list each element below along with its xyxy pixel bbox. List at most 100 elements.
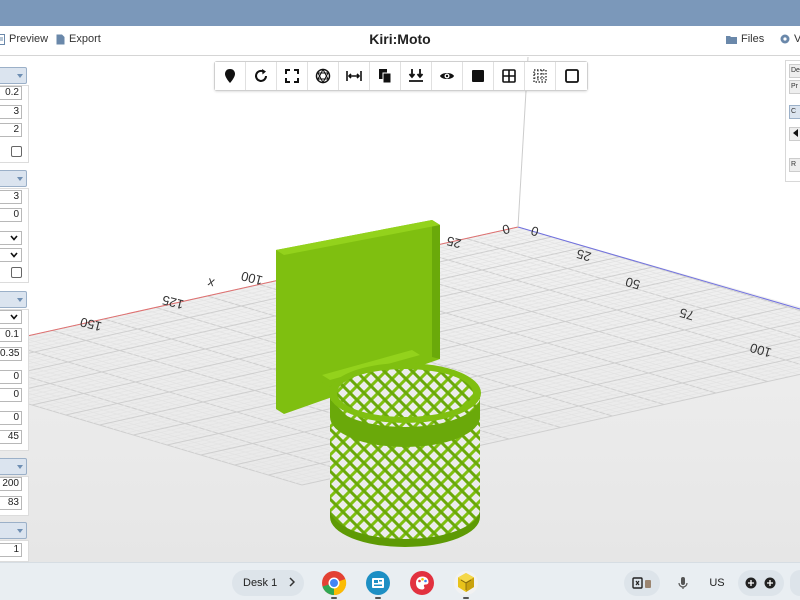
preview-icon bbox=[0, 33, 5, 45]
right-tab-icon[interactable] bbox=[789, 127, 800, 141]
app-title: Kiri:Moto bbox=[369, 31, 431, 47]
caret-left-icon bbox=[793, 129, 798, 137]
spread-icon bbox=[346, 71, 362, 81]
preview-label: Preview bbox=[9, 33, 49, 45]
hoop-basket bbox=[329, 363, 481, 547]
running-indicator bbox=[331, 597, 337, 599]
solid-view-button[interactable] bbox=[463, 62, 494, 90]
setting-checkbox[interactable] bbox=[11, 146, 22, 157]
voice-input-button[interactable] bbox=[670, 570, 696, 596]
setting-select[interactable] bbox=[0, 310, 22, 324]
chevron-down-icon bbox=[17, 176, 23, 181]
setting-field[interactable]: 0 bbox=[0, 370, 22, 384]
app-header: Preview Export Kiri:Moto Files V bbox=[0, 26, 800, 56]
fullscreen-icon bbox=[285, 69, 299, 83]
place-button[interactable] bbox=[215, 62, 246, 90]
download-icon bbox=[408, 69, 424, 82]
settings-group-header[interactable] bbox=[0, 522, 27, 539]
chevron-down-icon bbox=[17, 528, 23, 533]
x-tick-label: 100 bbox=[240, 268, 265, 288]
arrange-button[interactable] bbox=[339, 62, 370, 90]
setting-field[interactable]: 0.2 bbox=[0, 86, 22, 100]
setting-select[interactable] bbox=[0, 231, 22, 245]
chrome-icon[interactable] bbox=[321, 570, 347, 596]
setting-field[interactable]: 0 bbox=[0, 411, 22, 425]
chevron-down-icon bbox=[10, 252, 18, 258]
visibility-button[interactable] bbox=[432, 62, 463, 90]
input-method-button[interactable]: US bbox=[702, 570, 732, 596]
desk-label: Desk 1 bbox=[243, 577, 278, 589]
x-tick-label: x bbox=[205, 275, 215, 291]
dotted-grid-icon bbox=[533, 69, 547, 83]
setting-field[interactable]: 83 bbox=[0, 496, 22, 510]
paint-icon[interactable] bbox=[409, 570, 435, 596]
right-tab[interactable]: C bbox=[789, 105, 800, 119]
right-tab[interactable]: Pr bbox=[789, 80, 800, 94]
right-tab[interactable]: R bbox=[789, 158, 800, 172]
eye-icon bbox=[780, 34, 790, 44]
running-indicator bbox=[375, 597, 381, 599]
rotate-button[interactable] bbox=[246, 62, 277, 90]
geodesic-icon bbox=[315, 68, 331, 84]
status-area-edge[interactable] bbox=[790, 570, 800, 596]
chevron-right-icon bbox=[289, 577, 295, 587]
mesh-button[interactable] bbox=[308, 62, 339, 90]
tray-notifications[interactable] bbox=[624, 570, 660, 596]
kirimoto-icon[interactable] bbox=[453, 570, 479, 596]
export-button[interactable]: Export bbox=[56, 33, 101, 45]
setting-select[interactable] bbox=[0, 248, 22, 262]
drop-button[interactable] bbox=[401, 62, 432, 90]
setting-field[interactable]: 0 bbox=[0, 388, 22, 402]
export-label: Export bbox=[69, 33, 101, 45]
settings-group-header[interactable] bbox=[0, 291, 27, 308]
chevron-down-icon bbox=[10, 235, 18, 241]
view-label: V bbox=[794, 33, 800, 45]
setting-field[interactable]: 3 bbox=[0, 105, 22, 119]
grid-view-button[interactable] bbox=[494, 62, 525, 90]
files-label: Files bbox=[741, 33, 765, 45]
files-button[interactable]: Files bbox=[726, 33, 764, 45]
app-icon[interactable] bbox=[365, 570, 391, 596]
setting-field[interactable]: 200 bbox=[0, 477, 22, 491]
setting-field[interactable]: 0.35 bbox=[0, 347, 22, 361]
filled-square-icon bbox=[472, 70, 484, 82]
chevron-down-icon bbox=[17, 464, 23, 469]
window-titlebar bbox=[0, 0, 800, 26]
x-tick-label: 25 bbox=[445, 233, 463, 251]
desk-switcher[interactable]: Desk 1 bbox=[232, 570, 304, 596]
capture-icon bbox=[632, 577, 651, 589]
preview-button[interactable]: Preview bbox=[0, 33, 48, 45]
setting-field[interactable]: 3 bbox=[0, 190, 22, 204]
chevron-down-icon bbox=[17, 73, 23, 78]
setting-field[interactable]: 1 bbox=[0, 543, 22, 557]
setting-field[interactable]: 0 bbox=[0, 208, 22, 222]
folder-icon bbox=[726, 35, 737, 44]
running-indicator bbox=[463, 597, 469, 599]
status-icons bbox=[745, 577, 776, 589]
square-outline-icon bbox=[564, 69, 579, 83]
ime-label: US bbox=[709, 577, 725, 589]
view-button[interactable]: V bbox=[780, 33, 800, 45]
setting-field[interactable]: 2 bbox=[0, 123, 22, 137]
settings-group-header[interactable] bbox=[0, 170, 27, 187]
setting-field[interactable]: 45 bbox=[0, 430, 22, 444]
chevron-down-icon bbox=[17, 297, 23, 302]
export-icon bbox=[56, 34, 65, 44]
right-tab[interactable]: De bbox=[789, 64, 800, 78]
setting-field[interactable]: 0.1 bbox=[0, 328, 22, 342]
grid-icon bbox=[502, 69, 516, 83]
view-toolbar bbox=[214, 61, 588, 91]
outline-view-button[interactable] bbox=[556, 62, 587, 90]
right-panel: De Pr C R bbox=[785, 60, 800, 182]
3d-viewport[interactable]: 0 25 x 100 125 150 0 25 50 75 100 bbox=[0, 57, 800, 564]
settings-group-header[interactable] bbox=[0, 458, 27, 475]
settings-group-header[interactable] bbox=[0, 67, 27, 84]
build-plate-scene: 0 25 x 100 125 150 0 25 50 75 100 bbox=[0, 57, 800, 564]
setting-checkbox[interactable] bbox=[11, 267, 22, 278]
duplicate-button[interactable] bbox=[370, 62, 401, 90]
chevron-down-icon bbox=[10, 314, 18, 320]
fit-view-button[interactable] bbox=[277, 62, 308, 90]
map-pin-icon bbox=[225, 69, 235, 83]
wireframe-button[interactable] bbox=[525, 62, 556, 90]
quick-settings-button[interactable] bbox=[738, 570, 784, 596]
